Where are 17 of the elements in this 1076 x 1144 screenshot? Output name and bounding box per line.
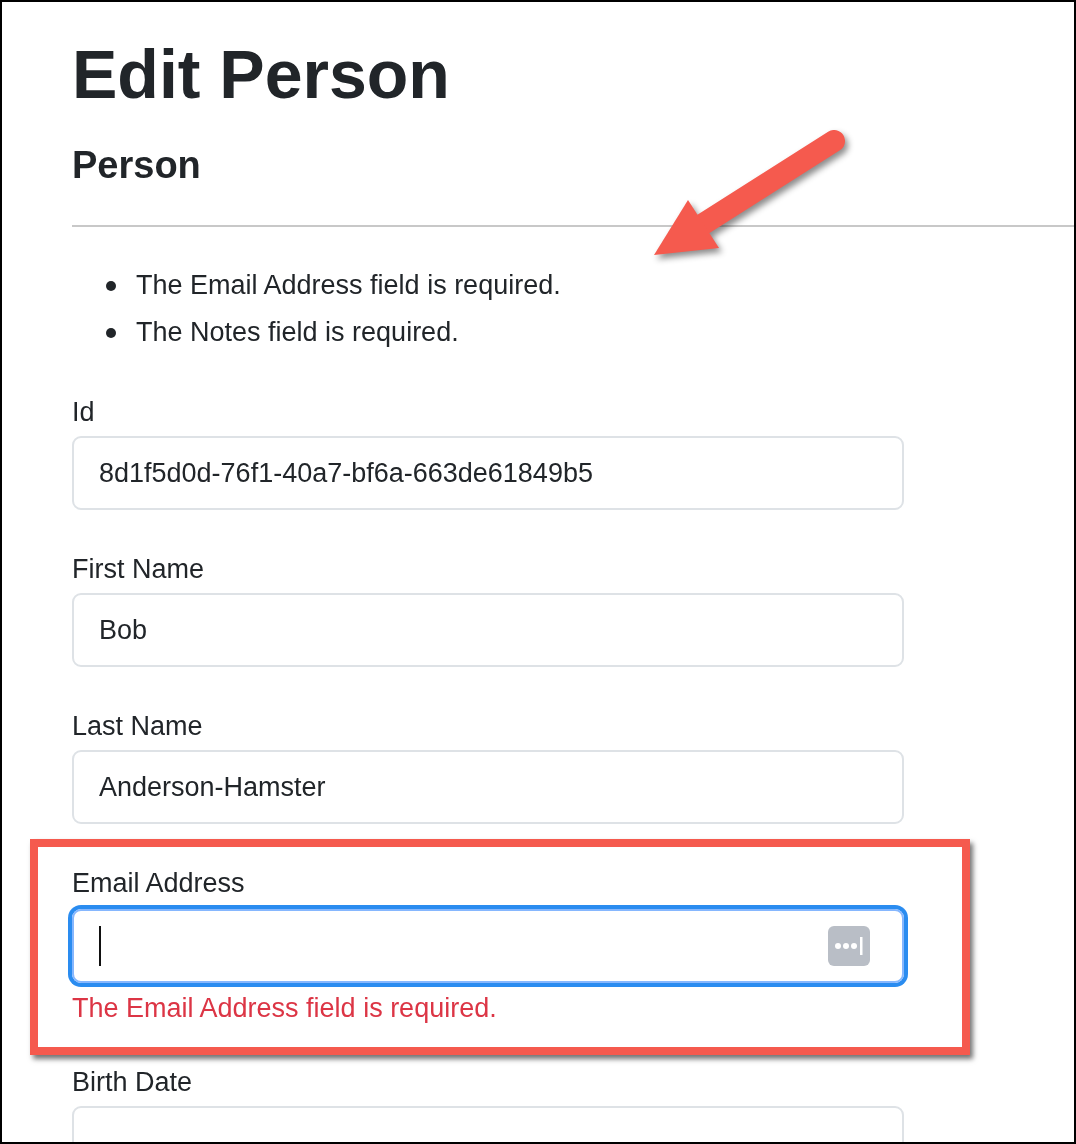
text-caret <box>99 926 101 966</box>
autofill-icon[interactable] <box>828 926 870 966</box>
page-title: Edit Person <box>72 35 451 114</box>
input-field[interactable]: Bob <box>72 593 904 667</box>
input-field[interactable]: Anderson-Hamster <box>72 750 904 824</box>
error-message: The Email Address field is required. <box>72 993 498 1023</box>
field-label: Birth Date <box>72 1066 194 1099</box>
field-label: Id <box>72 396 96 429</box>
validation-message: The Notes field is required. <box>136 317 459 348</box>
bullet-icon <box>106 280 116 291</box>
input-field[interactable]: 8d1f5d0d-76f1-40a7-bf6a-663de61849b5 <box>72 436 904 510</box>
section-title: Person <box>72 143 202 188</box>
bullet-icon <box>106 327 116 338</box>
field-label: First Name <box>72 553 205 586</box>
field-label: Email Address <box>72 867 246 900</box>
field-label: Last Name <box>72 710 204 743</box>
validation-message: The Email Address field is required. <box>136 270 561 301</box>
